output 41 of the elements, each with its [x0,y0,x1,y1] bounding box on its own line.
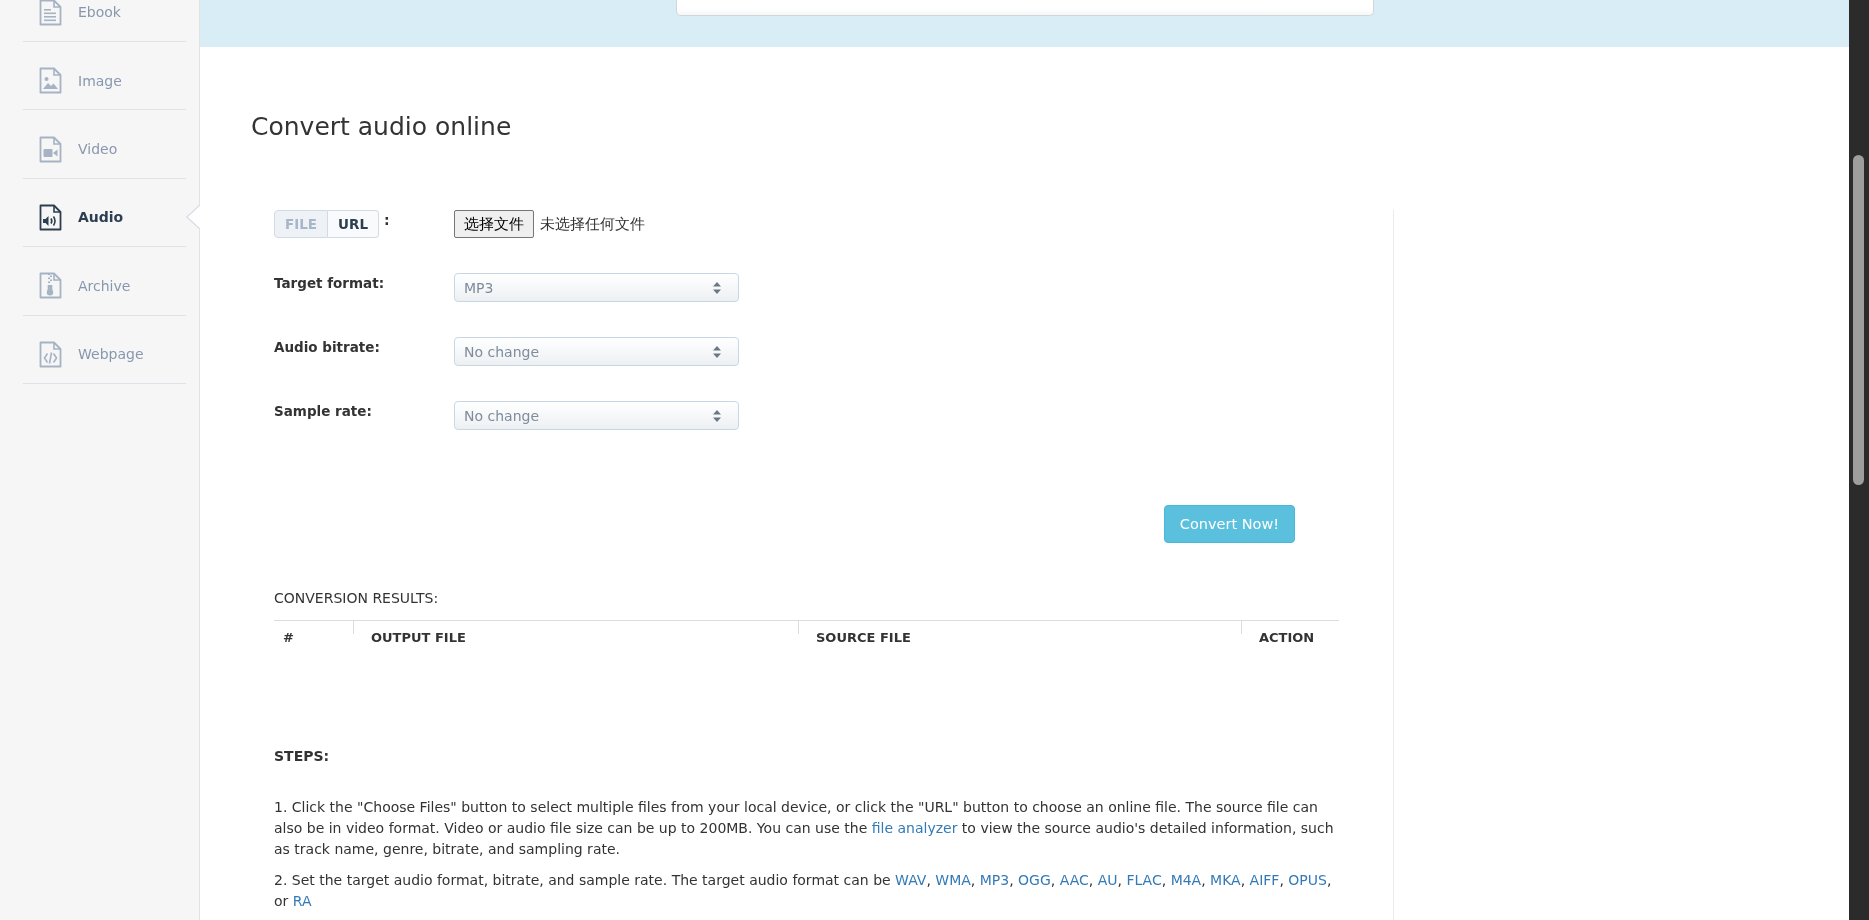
text-link[interactable]: OGG [1018,871,1051,888]
file-status-text: 未选择任何文件 [540,215,645,234]
section-heading: STEPS: [274,746,331,765]
step-text: 1. Click the "Choose Files" button to select multiple files from your local device, or click the "URL" button to choose an online file. The source file can also be in video format. Video or audio file size can be up to 200MB. You can use the file analyzer to view the source audio's detailed information, such as track name, genre, bitrate, and sampling rate. [274,797,1335,859]
audio-file-icon [39,203,62,231]
text-link[interactable]: WAV [895,871,927,888]
text-link[interactable]: MKA [1210,871,1241,888]
page-title: Convert audio online [251,111,513,143]
zip-file-icon [39,272,62,300]
up-down-arrows-icon [713,345,721,358]
text-link[interactable]: M4A [1170,871,1202,888]
video-file-icon [39,135,62,163]
field-label: Audio bitrate: [274,338,381,357]
choose-file-button[interactable]: 选择文件 [454,210,534,238]
text-link[interactable]: MP3 [979,871,1010,888]
text-link[interactable]: AIFF [1249,871,1280,888]
image-file-icon [39,67,62,95]
dropdown-select[interactable]: No change [454,337,739,366]
column-header: # [274,620,353,655]
text-link[interactable]: WMA [935,871,971,888]
text-link[interactable]: AU [1097,871,1118,888]
scrollbar[interactable] [1849,0,1869,920]
section-heading: CONVERSION RESULTS: [274,589,440,607]
colon-text: : [384,211,390,230]
dropdown-select[interactable]: MP3 [454,273,739,302]
scrollbar-thumb[interactable] [1853,155,1864,485]
code-file-icon [39,340,62,368]
up-down-arrows-icon [713,281,721,294]
selection-notch-icon [186,205,200,230]
text-link[interactable]: RA [292,892,312,909]
field-label: Target format: [274,274,386,293]
dropdown-select[interactable]: No change [454,401,739,430]
document-icon [39,0,62,26]
field-label: Sample rate: [274,402,373,421]
text-link[interactable]: FLAC [1126,871,1162,888]
step-text: 2. Set the target audio format, bitrate, and sample rate. The target audio format can be WAV, WMA, MP3, OGG, AAC, AU, FLAC, M4A, MKA, AIFF, OPUS, or RA [274,870,1333,911]
text-link[interactable]: OPUS [1288,871,1327,888]
up-down-arrows-icon [713,409,721,422]
text-link[interactable]: file analyzer [871,819,958,836]
text-link[interactable]: AAC [1059,871,1089,888]
mode-tab[interactable]: URL [328,210,380,238]
